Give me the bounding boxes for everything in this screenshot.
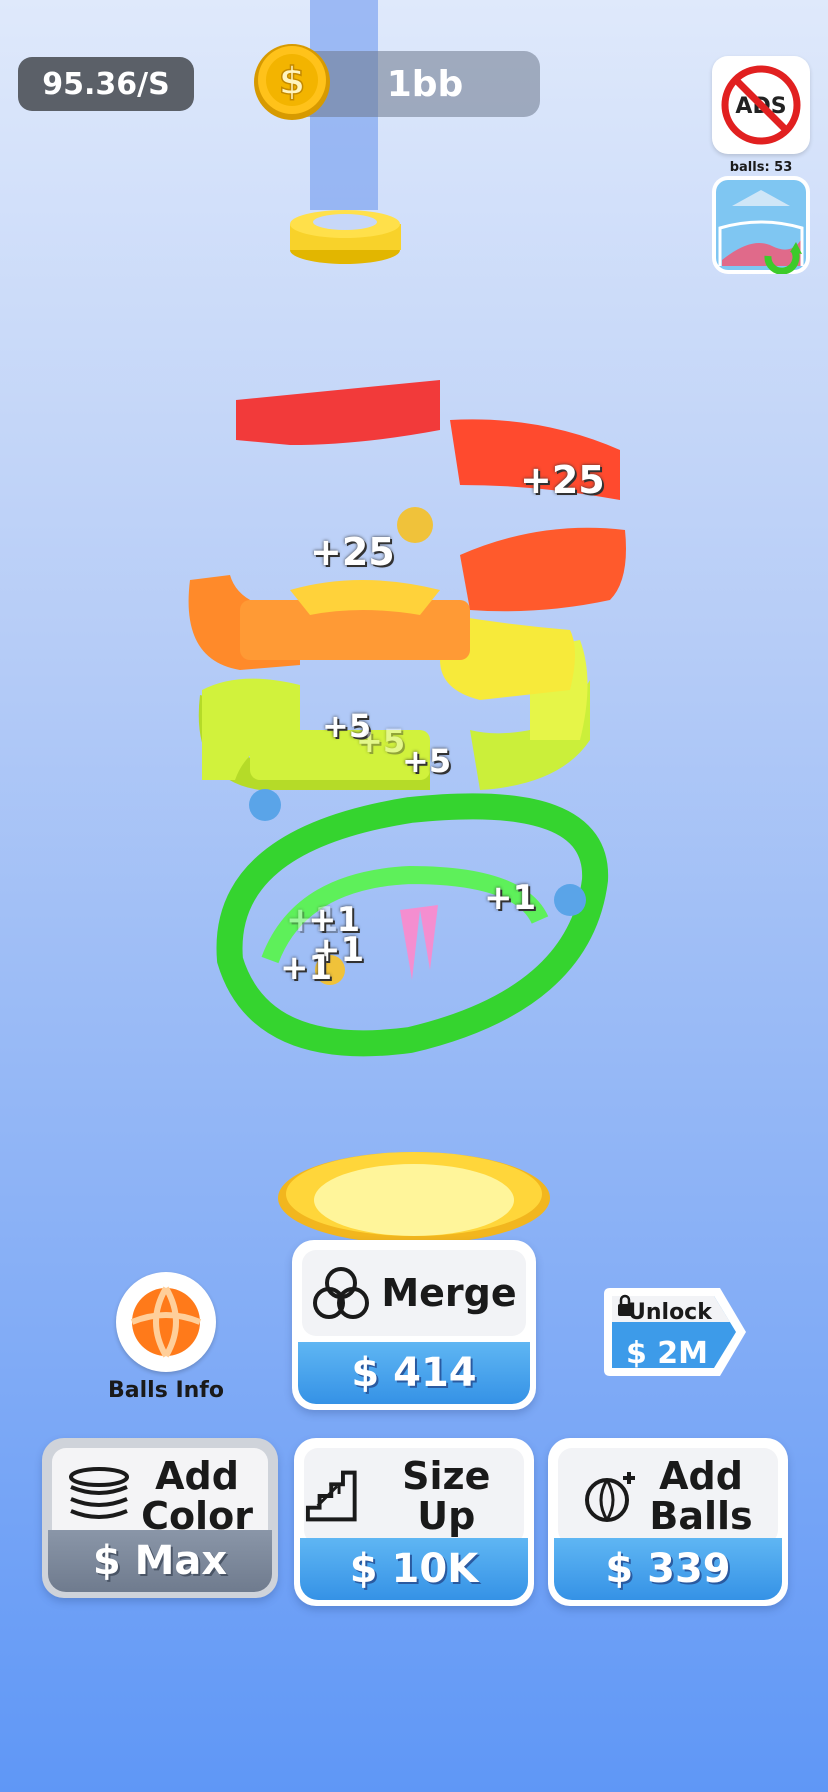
balls-info-label: Balls Info: [108, 1378, 224, 1403]
merge-label: Merge: [381, 1271, 517, 1315]
add-color-price: $ Max: [48, 1530, 272, 1592]
income-rate: 95.36/S: [18, 57, 194, 111]
add-balls-price: $ 339: [554, 1538, 782, 1600]
balls-info-button[interactable]: [116, 1272, 216, 1372]
score-popup: +5: [402, 742, 452, 780]
size-up-button[interactable]: Size Up $ 10K: [294, 1438, 534, 1606]
size-up-price: $ 10K: [300, 1538, 528, 1600]
score-popup: +1: [280, 948, 333, 988]
score-popup: +25: [310, 530, 395, 574]
stairs-icon: [305, 1470, 357, 1522]
change-theme-button[interactable]: [712, 176, 810, 275]
ball-sink: [278, 1152, 550, 1244]
score-popup: +25: [520, 458, 605, 502]
remove-ads-button[interactable]: ADS: [712, 56, 810, 154]
score-popup: +1: [484, 878, 537, 918]
merge-icon: [313, 1267, 370, 1319]
add-balls-label-line1: Add: [659, 1454, 743, 1498]
no-ads-icon: ADS: [721, 65, 801, 145]
color-stack-icon: [69, 1467, 130, 1519]
unlock-price: $ 2M: [625, 1336, 709, 1371]
coin-icon: $: [254, 44, 330, 120]
size-up-label: Size Up: [402, 1454, 491, 1538]
merge-button[interactable]: Merge $ 414: [292, 1240, 536, 1410]
svg-text:$: $: [279, 59, 305, 103]
add-color-label-line1: Add: [155, 1454, 239, 1498]
shower-theme-icon: [716, 180, 806, 275]
add-color-button[interactable]: Add Color $ Max: [42, 1438, 278, 1598]
score-popup: +5: [356, 722, 406, 760]
merge-price: $ 414: [298, 1342, 530, 1404]
ball-dropper-base: [290, 210, 401, 264]
balls-count: balls: 53: [729, 160, 793, 175]
beach-ball-icon: [130, 1286, 202, 1358]
unlock-label: Unlock: [628, 1300, 712, 1325]
add-ball-icon: [585, 1472, 636, 1522]
add-balls-label-line2: Balls: [649, 1494, 753, 1538]
add-balls-button[interactable]: Add Balls $ 339: [548, 1438, 788, 1606]
